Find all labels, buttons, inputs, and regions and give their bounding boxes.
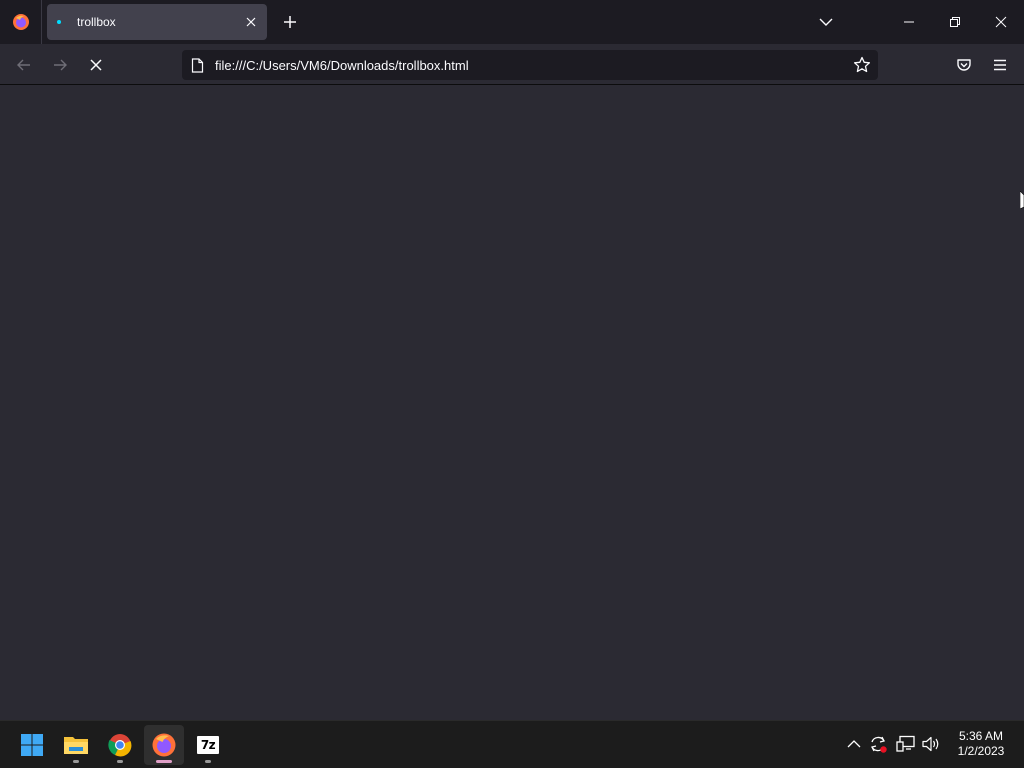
back-button[interactable] xyxy=(9,50,39,80)
tab-trollbox[interactable]: trollbox xyxy=(47,4,267,40)
document-icon xyxy=(191,57,203,73)
app-menu-button[interactable] xyxy=(985,50,1015,80)
taskbar-chrome[interactable] xyxy=(100,725,140,765)
address-bar[interactable]: file:///C:/Users/VM6/Downloads/trollbox.… xyxy=(182,50,878,80)
stop-button[interactable] xyxy=(81,50,111,80)
chevron-up-icon xyxy=(847,740,861,748)
bookmark-star-button[interactable] xyxy=(850,53,874,77)
windows-logo-icon xyxy=(21,734,43,756)
minimize-button[interactable] xyxy=(886,0,932,44)
network-icon xyxy=(896,735,915,752)
new-tab-button[interactable] xyxy=(276,8,304,36)
folder-icon xyxy=(64,737,88,754)
tray-volume[interactable] xyxy=(920,733,942,755)
sync-icon xyxy=(871,736,887,753)
navigation-toolbar: file:///C:/Users/VM6/Downloads/trollbox.… xyxy=(0,44,1024,85)
close-icon xyxy=(90,59,102,71)
taskbar-firefox[interactable] xyxy=(144,725,184,765)
start-button[interactable] xyxy=(12,725,52,765)
clock-time: 5:36 AM xyxy=(958,729,1004,743)
7zip-icon: 7z xyxy=(197,736,219,754)
taskbar: 7z 5:36 AM 1/2/2023 xyxy=(0,720,1024,768)
mouse-cursor-icon xyxy=(1020,191,1024,209)
restore-icon xyxy=(950,17,960,27)
7zip-label: 7z xyxy=(200,738,216,752)
firefox-logo-icon xyxy=(152,733,176,757)
pocket-icon xyxy=(957,59,971,71)
running-indicator xyxy=(205,760,211,763)
chrome-icon xyxy=(108,734,132,757)
restore-button[interactable] xyxy=(932,0,978,44)
list-all-tabs-button[interactable] xyxy=(812,8,840,36)
speaker-icon xyxy=(922,736,939,752)
clock-date: 1/2/2023 xyxy=(957,744,1005,758)
close-window-button[interactable] xyxy=(978,0,1024,44)
plus-icon xyxy=(284,16,296,28)
pocket-button[interactable] xyxy=(949,50,979,80)
star-icon xyxy=(853,56,871,73)
show-hidden-icons-button[interactable] xyxy=(843,733,865,755)
forward-button[interactable] xyxy=(45,50,75,80)
tab-loading-icon xyxy=(57,20,61,24)
taskbar-7zip[interactable]: 7z xyxy=(188,725,228,765)
running-indicator xyxy=(73,760,79,763)
url-text[interactable]: file:///C:/Users/VM6/Downloads/trollbox.… xyxy=(215,58,469,73)
tab-title: trollbox xyxy=(77,15,116,29)
taskbar-file-explorer[interactable] xyxy=(56,725,96,765)
close-icon xyxy=(995,16,1007,28)
running-indicator xyxy=(156,760,172,763)
tray-sync[interactable] xyxy=(867,733,889,755)
arrow-left-icon xyxy=(17,59,30,71)
arrow-right-icon xyxy=(54,59,67,71)
page-icon xyxy=(188,56,206,74)
minimize-icon xyxy=(904,21,914,23)
tab-close-button[interactable] xyxy=(241,12,261,32)
running-indicator xyxy=(117,760,123,763)
firefox-logo-icon xyxy=(12,14,29,30)
tab-strip: trollbox xyxy=(0,0,1024,44)
taskbar-clock[interactable]: 5:36 AM 1/2/2023 xyxy=(948,729,1014,759)
close-icon xyxy=(246,17,256,27)
tray-network[interactable] xyxy=(895,733,917,755)
page-content[interactable] xyxy=(0,85,1024,720)
hamburger-menu-icon xyxy=(994,59,1006,71)
chevron-down-icon xyxy=(819,18,833,26)
firefox-view-button[interactable] xyxy=(0,0,42,44)
